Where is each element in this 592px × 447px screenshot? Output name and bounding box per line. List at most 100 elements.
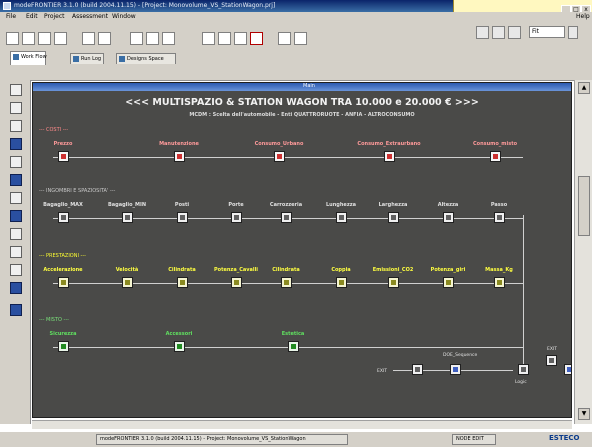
variable-node[interactable]	[231, 277, 242, 288]
scroll-down-icon[interactable]: ▼	[578, 408, 590, 420]
variable-node[interactable]	[490, 151, 501, 162]
application-icon[interactable]	[10, 264, 22, 276]
input-variable-icon[interactable]	[10, 84, 22, 96]
scroll-up-icon[interactable]: ▲	[578, 82, 590, 94]
variable-node[interactable]	[58, 277, 69, 288]
workflow-canvas[interactable]: Main <<< MULTISPAZIO & STATION WAGON TRA…	[32, 82, 572, 418]
variable-node[interactable]	[388, 277, 399, 288]
paste-icon[interactable]	[234, 32, 247, 45]
objective-icon[interactable]	[10, 156, 22, 168]
variable-node[interactable]	[494, 212, 505, 223]
delete-icon[interactable]	[250, 32, 263, 45]
scroll-thumb[interactable]	[578, 176, 590, 236]
menu-window[interactable]: Window	[112, 13, 136, 20]
tab-designs-space[interactable]: Designs Space	[116, 53, 176, 64]
variable-label: Coppia	[331, 267, 351, 273]
checkbox-icon[interactable]	[10, 304, 22, 316]
switch-icon[interactable]	[10, 246, 22, 258]
copy-icon[interactable]	[218, 32, 231, 45]
menu-assessment[interactable]: Assessment	[72, 13, 108, 20]
variable-node[interactable]	[274, 151, 285, 162]
scheduler-node[interactable]	[450, 364, 461, 375]
script-icon[interactable]	[10, 138, 22, 150]
menu-project[interactable]: Project	[44, 13, 65, 20]
constant-icon[interactable]	[10, 120, 22, 132]
output-variable-icon[interactable]	[10, 102, 22, 114]
grid-icon[interactable]	[278, 32, 291, 45]
app-icon	[3, 2, 11, 10]
logic-node[interactable]	[518, 364, 529, 375]
variable-node[interactable]	[58, 212, 69, 223]
import-icon[interactable]	[82, 32, 95, 45]
window-title: modeFRONTIER 3.1.0 (build 2004.11.15) - …	[14, 2, 276, 9]
variable-node[interactable]	[122, 277, 133, 288]
zoom-out-icon[interactable]	[476, 26, 489, 39]
new-window-icon[interactable]	[22, 32, 35, 45]
tab-work-flow[interactable]: Work Flow	[10, 51, 47, 65]
variable-node[interactable]	[231, 212, 242, 223]
variable-node[interactable]	[177, 212, 188, 223]
variable-label: Consumo_misto	[472, 141, 518, 147]
variable-node[interactable]	[281, 277, 292, 288]
end-node[interactable]	[564, 364, 571, 375]
table-icon[interactable]	[294, 32, 307, 45]
variable-node[interactable]	[443, 277, 454, 288]
tab-run-log[interactable]: Run Log	[70, 53, 104, 64]
scheduler-icon[interactable]	[10, 192, 22, 204]
taskbar-project-item[interactable]: modeFRONTIER 3.1.0 (build 2004.11.15) - …	[96, 434, 348, 445]
zoom-reset-icon[interactable]	[492, 26, 505, 39]
horizontal-scrollbar[interactable]	[32, 420, 572, 429]
save-icon[interactable]	[54, 32, 67, 45]
tab-label: Work Flow	[21, 54, 47, 60]
esteco-logo: ESTECO	[549, 434, 580, 442]
logic-end-icon[interactable]	[10, 210, 22, 222]
variable-node[interactable]	[122, 212, 133, 223]
variable-node[interactable]	[58, 151, 69, 162]
variable-node[interactable]	[388, 212, 399, 223]
variable-node[interactable]	[177, 277, 188, 288]
new-file-icon[interactable]	[6, 32, 19, 45]
variable-label: Velocità	[115, 267, 139, 273]
group-label: --- INGOMBRI E SPAZIOSITA' ---	[39, 188, 116, 194]
variable-node[interactable]	[174, 341, 185, 352]
menu-file[interactable]: File	[6, 13, 16, 20]
open-icon[interactable]	[38, 32, 51, 45]
variable-node[interactable]	[336, 277, 347, 288]
canvas-header: Main	[33, 83, 571, 91]
page-setup-icon[interactable]	[162, 32, 175, 45]
canvas-header-title: Main	[303, 83, 315, 89]
variable-label: Porte	[228, 202, 244, 208]
vertical-scrollbar[interactable]: ▲ ▼	[574, 80, 592, 424]
constraint-icon[interactable]	[10, 174, 22, 186]
cut-icon[interactable]	[202, 32, 215, 45]
variable-node[interactable]	[443, 212, 454, 223]
support-node-icon[interactable]	[10, 282, 22, 294]
exit-node[interactable]	[546, 355, 557, 366]
if-node-icon[interactable]	[10, 228, 22, 240]
zoom-in-icon[interactable]	[508, 26, 521, 39]
menu-edit[interactable]: Edit	[26, 13, 38, 20]
taskbar-mode-item[interactable]: NODE EDIT	[452, 434, 496, 445]
variable-node[interactable]	[384, 151, 395, 162]
chevron-down-icon[interactable]	[568, 26, 578, 39]
variable-node[interactable]	[336, 212, 347, 223]
flow-connector	[523, 215, 524, 370]
exit-label: EXIT	[547, 347, 558, 352]
menu-help[interactable]: Help	[576, 13, 590, 20]
variable-node[interactable]	[58, 341, 69, 352]
group-connector	[53, 157, 523, 158]
variable-node[interactable]	[174, 151, 185, 162]
variable-node[interactable]	[288, 341, 299, 352]
doe-node[interactable]	[412, 364, 423, 375]
variable-label: Lunghezza	[325, 202, 357, 208]
variable-label: Consumo_Extraurbano	[357, 141, 421, 147]
workflow-icon	[13, 54, 19, 60]
export-icon[interactable]	[98, 32, 111, 45]
zoom-select[interactable]: Fit	[529, 26, 565, 38]
variable-node[interactable]	[494, 277, 505, 288]
scheduler-label: DOE_Sequence	[443, 353, 478, 358]
print-icon[interactable]	[146, 32, 159, 45]
variable-node[interactable]	[281, 212, 292, 223]
designs-icon	[119, 56, 125, 62]
print-preview-icon[interactable]	[130, 32, 143, 45]
